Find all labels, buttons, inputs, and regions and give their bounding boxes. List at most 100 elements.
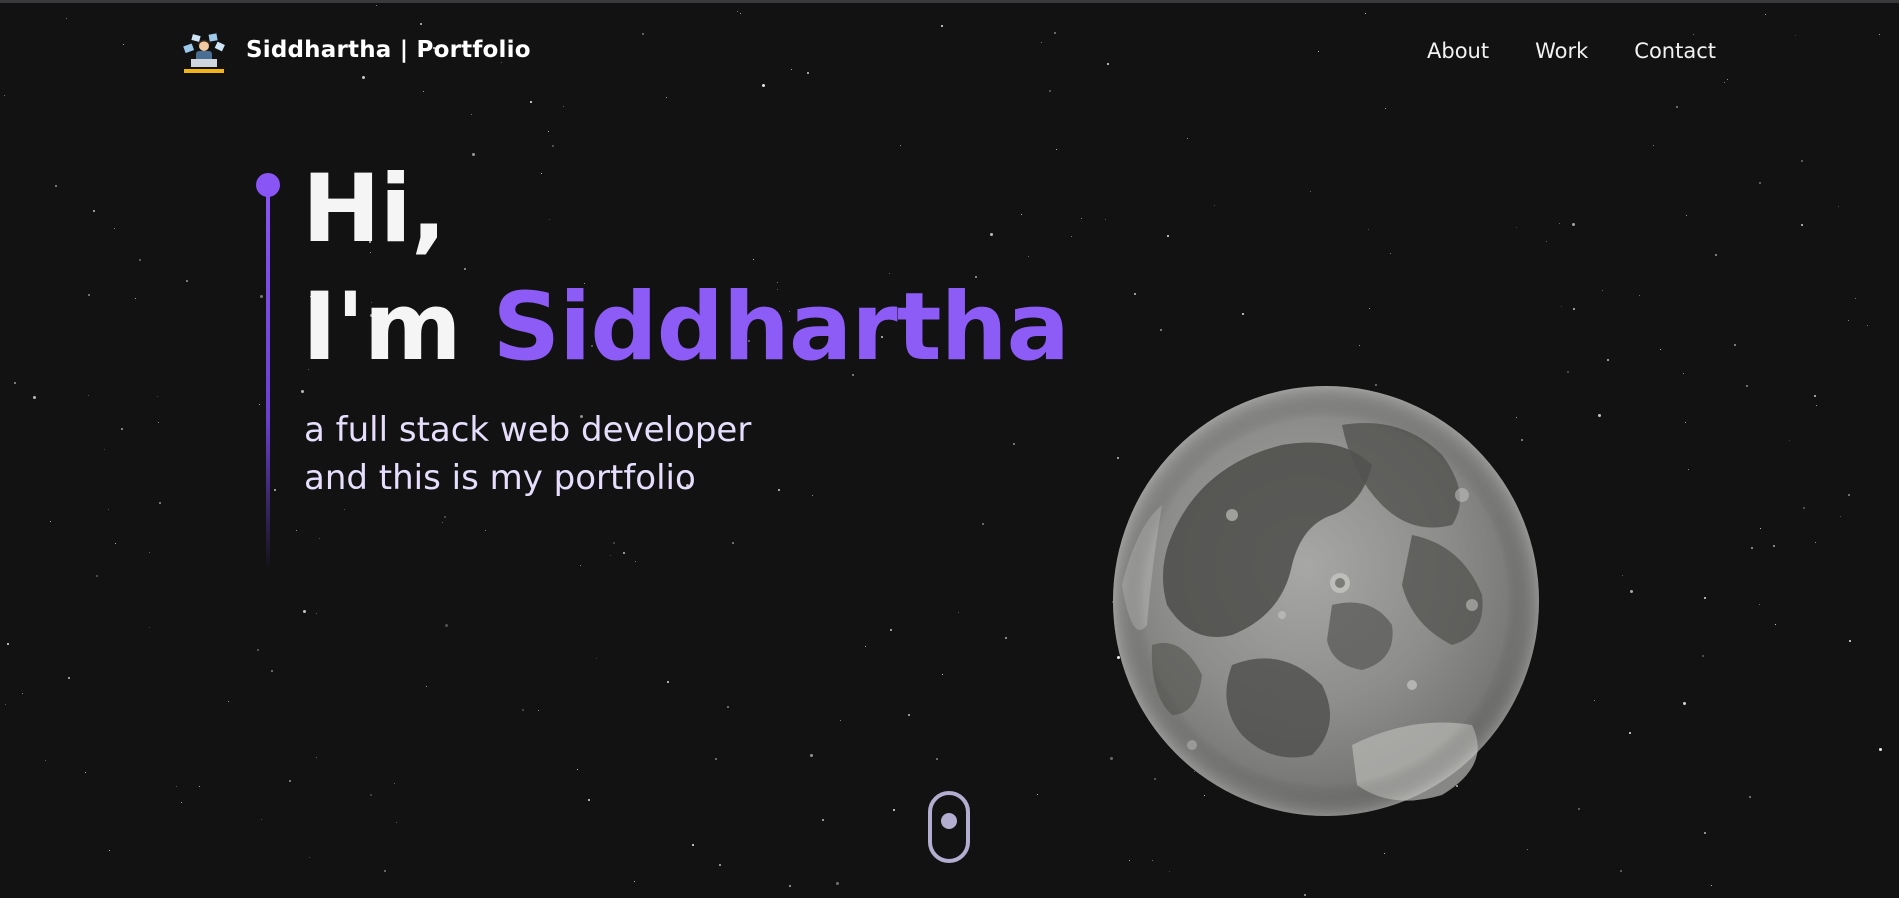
star [1629,732,1631,734]
star [810,754,813,757]
star [563,106,564,107]
star [121,428,123,430]
star [1795,35,1796,36]
star [822,819,824,821]
star [66,18,67,19]
mouse-scroll-icon[interactable] [928,791,970,863]
nav-about-link[interactable]: About [1427,39,1489,63]
star [370,794,372,796]
star [1607,359,1609,361]
star [420,23,422,25]
star [1622,575,1623,576]
star [1369,308,1370,309]
star [530,101,532,103]
star [271,670,273,672]
star [1702,655,1704,657]
star [1385,108,1386,109]
star [753,259,754,260]
star [444,516,446,518]
star [642,33,644,35]
star [1848,320,1849,321]
star [577,769,578,770]
star [1801,160,1803,162]
star [33,396,36,399]
brand-title[interactable]: Siddhartha | Portfolio [246,37,531,63]
star [1516,227,1517,228]
star [900,145,901,146]
star [541,173,542,174]
developer-logo-icon[interactable] [182,33,226,75]
star [88,294,90,296]
star [108,509,109,510]
star [1760,528,1761,529]
star [93,210,95,212]
star [982,523,984,525]
hero-timeline-decoration [256,173,280,573]
star [1751,547,1753,549]
nav-contact-link[interactable]: Contact [1634,39,1716,63]
star [1715,254,1717,256]
star [1081,218,1082,219]
star [596,658,597,659]
star [109,850,110,851]
star [836,882,839,885]
star [1676,106,1678,108]
star [1169,871,1170,872]
star [445,624,448,627]
star [1071,236,1072,237]
star [1660,349,1661,350]
star [1152,860,1153,861]
star [890,629,892,631]
star [96,575,98,577]
star [199,786,200,787]
star [303,610,306,613]
star [737,11,738,12]
star [471,114,472,115]
star [104,449,105,450]
star [908,714,910,716]
star [1773,545,1775,547]
star [1384,853,1385,854]
star [1704,597,1706,599]
star [1598,414,1601,417]
timeline-line [266,191,270,571]
star [1815,542,1816,543]
nav-work-link[interactable]: Work [1535,39,1588,63]
star [186,280,188,282]
star [1724,82,1725,83]
star [1867,325,1868,326]
star [45,760,46,761]
star [158,422,159,423]
star [1704,832,1706,834]
star [1187,138,1188,139]
star [14,382,16,384]
star [522,709,524,711]
star [1879,748,1882,751]
star [1359,345,1360,346]
hero-im-text: I'm [302,273,462,382]
star [1814,395,1816,397]
star [1318,51,1319,52]
star [893,809,895,811]
star [1594,700,1595,701]
star [1759,604,1760,605]
star [1879,34,1880,35]
portfolio-page: Siddhartha | Portfolio About Work Contac… [0,0,1899,898]
star [1546,241,1547,242]
star [1848,494,1850,496]
star [1572,223,1575,226]
star [5,704,6,705]
star [362,76,365,79]
star [1041,42,1042,43]
star [123,44,124,45]
star [1365,13,1366,14]
star [472,153,475,156]
star [1693,34,1694,35]
star [667,681,669,683]
star [1214,205,1215,206]
star [1746,385,1748,387]
star [396,822,397,823]
star [719,864,721,866]
star [865,646,866,647]
star [135,298,136,299]
